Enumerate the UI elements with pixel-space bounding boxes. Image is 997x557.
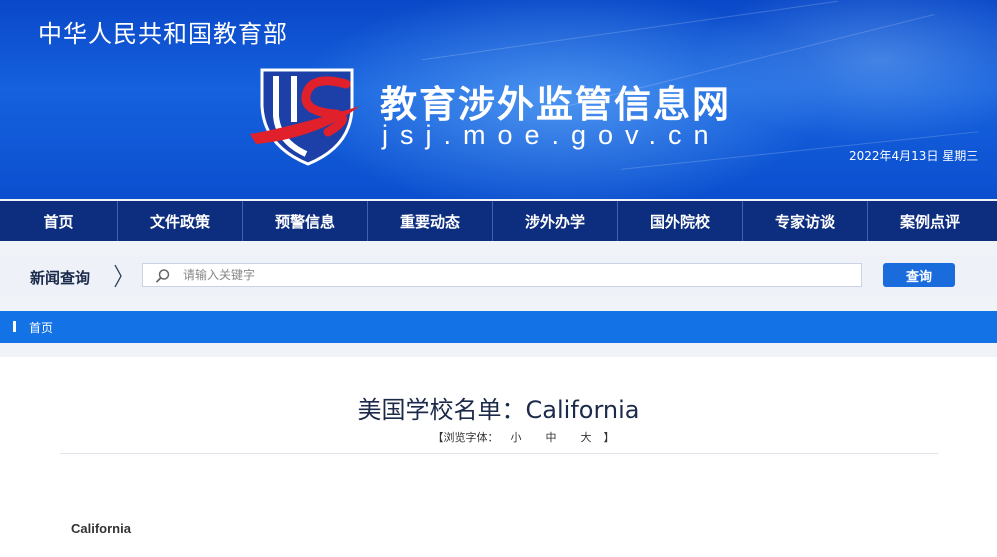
section-heading: California: [71, 521, 131, 536]
font-size-selector: 【浏览字体： 小 中 大】: [0, 429, 997, 445]
ministry-name[interactable]: 中华人民共和国教育部: [38, 14, 288, 49]
nav-item-foreign-institutions[interactable]: 国外院校: [617, 201, 742, 241]
breadcrumb: 首页: [0, 311, 997, 343]
font-size-open-label: 【浏览字体：: [432, 431, 499, 444]
banner-decoration: [421, 0, 839, 61]
nav-item-warnings[interactable]: 预警信息: [242, 201, 367, 241]
header-banner: 中华人民共和国教育部 教育涉外监管信息网 jsj.moe.gov.cn 2022…: [0, 0, 997, 199]
font-size-medium-link[interactable]: 中: [546, 431, 557, 444]
nav-item-expert-interviews[interactable]: 专家访谈: [742, 201, 867, 241]
news-search-bar: 新闻查询 查询: [0, 255, 997, 295]
font-size-close-label: 】: [603, 431, 615, 444]
search-icon[interactable]: [155, 268, 171, 288]
moe-logo-icon[interactable]: [248, 66, 364, 168]
title-divider: [60, 453, 938, 454]
search-button[interactable]: 查询: [883, 263, 955, 287]
nav-item-foreign-schooling[interactable]: 涉外办学: [492, 201, 617, 241]
font-size-large-link[interactable]: 大: [581, 431, 592, 444]
nav-item-home[interactable]: 首页: [0, 201, 117, 241]
chevron-right-icon: [112, 263, 124, 293]
breadcrumb-marker: [13, 321, 16, 332]
site-domain: jsj.moe.gov.cn: [382, 120, 721, 150]
main-nav: 首页 文件政策 预警信息 重要动态 涉外办学 国外院校 专家访谈 案例点评: [0, 201, 997, 241]
article-content: 美国学校名单：California 【浏览字体： 小 中 大】 California: [0, 357, 997, 557]
article-title: 美国学校名单：California: [357, 396, 640, 424]
nav-item-policy[interactable]: 文件政策: [117, 201, 242, 241]
search-box[interactable]: [142, 263, 862, 287]
nav-item-news[interactable]: 重要动态: [367, 201, 492, 241]
breadcrumb-home-link[interactable]: 首页: [29, 319, 53, 336]
font-size-small-link[interactable]: 小: [511, 431, 522, 444]
search-label: 新闻查询: [30, 269, 91, 287]
search-input[interactable]: [183, 264, 853, 286]
nav-item-case-reviews[interactable]: 案例点评: [867, 201, 992, 241]
current-date: 2022年4月13日 星期三: [849, 149, 979, 163]
